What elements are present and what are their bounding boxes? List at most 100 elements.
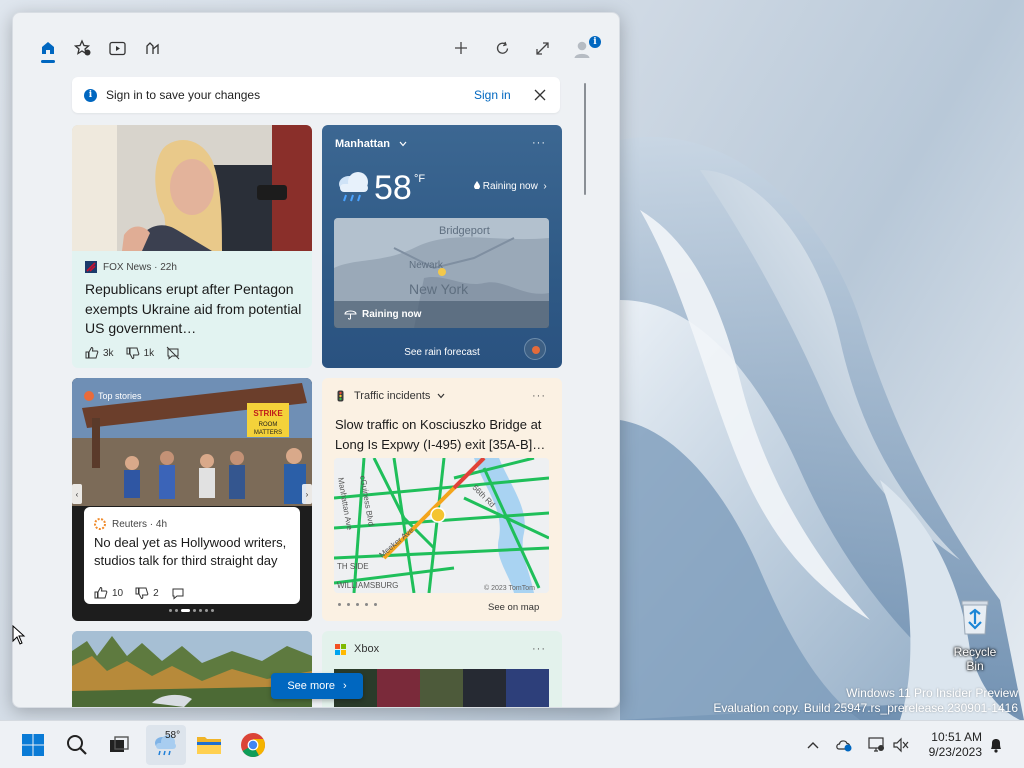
chevron-up-icon bbox=[807, 742, 819, 749]
recycle-bin-icon bbox=[961, 600, 989, 635]
chevron-down-icon bbox=[399, 141, 407, 147]
top-story-item[interactable]: Reuters · 4h No deal yet as Hollywood wr… bbox=[84, 507, 300, 604]
clock-date: 9/23/2023 bbox=[928, 745, 982, 759]
panel-scrollbar[interactable] bbox=[584, 83, 586, 195]
bell-icon bbox=[991, 739, 1001, 753]
dislike-icon[interactable] bbox=[135, 586, 149, 600]
home-tab[interactable] bbox=[34, 34, 62, 62]
game-tile[interactable] bbox=[420, 669, 463, 707]
game-tile[interactable] bbox=[377, 669, 420, 707]
dislike-count: 1k bbox=[143, 347, 155, 359]
watermark-line-1: Windows 11 Pro Insider Preview bbox=[846, 686, 1018, 700]
chrome-icon bbox=[241, 733, 265, 758]
picket-sign-matters: MATTERS bbox=[254, 430, 282, 436]
clock-time: 10:51 AM bbox=[931, 730, 982, 744]
taskbar: 58° 10:51 AM 9/23/2023 bbox=[0, 720, 1024, 768]
carousel-dot bbox=[175, 609, 178, 612]
search-icon bbox=[67, 735, 87, 755]
start-button[interactable] bbox=[18, 730, 48, 760]
source-separator-dot: · bbox=[151, 261, 161, 273]
comment-icon[interactable] bbox=[171, 586, 185, 600]
weather-card[interactable]: Manhattan ··· 58 °F Raining now › Bridge… bbox=[322, 125, 562, 368]
weather-location[interactable]: Manhattan bbox=[335, 138, 407, 150]
game-tile[interactable] bbox=[506, 669, 549, 707]
traffic-map[interactable]: Manhattan Ave cGuiness Blvd Meeker Ave 5… bbox=[334, 458, 549, 593]
recycle-bin-label: Recycle Bin bbox=[953, 645, 997, 673]
top-story-headline[interactable]: No deal yet as Hollywood writers, studio… bbox=[94, 534, 294, 570]
see-more-button[interactable]: See more › bbox=[271, 673, 363, 699]
onedrive-tray-button[interactable] bbox=[834, 735, 854, 755]
xbox-header[interactable]: Xbox bbox=[335, 643, 379, 655]
task-view-button[interactable] bbox=[104, 730, 134, 760]
weather-condition: Raining now bbox=[482, 181, 538, 192]
chrome-button[interactable] bbox=[238, 730, 268, 760]
map-label-newark: Newark bbox=[409, 260, 444, 271]
system-clock[interactable]: 10:51 AM 9/23/2023 bbox=[920, 730, 982, 760]
info-icon: i bbox=[84, 88, 97, 102]
weather-condition-link[interactable]: Raining now › bbox=[474, 181, 547, 192]
raindrop-icon bbox=[474, 181, 480, 190]
expand-button[interactable] bbox=[528, 34, 556, 62]
recycle-bin-shortcut[interactable]: Recycle Bin bbox=[944, 598, 1006, 673]
network-tray-button[interactable] bbox=[866, 735, 886, 755]
xbox-game-strip[interactable] bbox=[334, 669, 549, 707]
xbox-more-button[interactable]: ··· bbox=[532, 643, 546, 655]
dislike-icon[interactable] bbox=[126, 346, 140, 360]
xbox-logo-icon bbox=[335, 643, 346, 655]
like-icon[interactable] bbox=[94, 586, 108, 600]
os-watermark: Windows 11 Pro Insider Preview Evaluatio… bbox=[713, 686, 1018, 716]
traffic-page-dot bbox=[356, 603, 359, 606]
like-icon[interactable] bbox=[85, 346, 99, 360]
file-explorer-button[interactable] bbox=[194, 730, 224, 760]
chevron-right-icon: › bbox=[540, 181, 547, 192]
traffic-more-button[interactable]: ··· bbox=[532, 390, 546, 402]
news-headline[interactable]: Republicans erupt after Pentagon exempts… bbox=[85, 280, 303, 339]
widgets-toolbar: i bbox=[13, 13, 619, 77]
carousel-page-indicator bbox=[169, 609, 214, 612]
news-card[interactable]: FOX News · 22h Republicans erupt after P… bbox=[72, 125, 312, 368]
volume-tray-button[interactable] bbox=[891, 735, 911, 755]
home-tab-indicator bbox=[41, 60, 55, 63]
carousel-next-button[interactable]: › bbox=[302, 484, 312, 504]
news-actions: 3k 1k bbox=[85, 346, 184, 360]
top-stories-card[interactable]: STRIKE ROOM MATTERS Top stories ‹ › Reut… bbox=[72, 378, 312, 621]
video-tab[interactable] bbox=[103, 34, 131, 62]
expand-icon bbox=[535, 41, 549, 55]
task-view-icon bbox=[110, 736, 129, 752]
traffic-title: Traffic incidents bbox=[354, 390, 431, 402]
close-icon[interactable] bbox=[533, 88, 547, 102]
xbox-title: Xbox bbox=[354, 643, 380, 655]
refresh-button[interactable] bbox=[488, 34, 516, 62]
see-on-map-link[interactable]: See on map bbox=[488, 602, 539, 613]
picket-sign-room: ROOM bbox=[259, 422, 278, 428]
favorites-tab[interactable] bbox=[69, 34, 97, 62]
traffic-headline[interactable]: Slow traffic on Kosciuszko Bridge at Lon… bbox=[335, 415, 553, 454]
traffic-page-dot bbox=[347, 603, 350, 606]
game-tile[interactable] bbox=[463, 669, 506, 707]
map-label-bridgeport: Bridgeport bbox=[439, 225, 490, 237]
widgets-tab[interactable] bbox=[138, 34, 166, 62]
comments-off-icon[interactable] bbox=[166, 346, 180, 360]
weather-city: Manhattan bbox=[335, 138, 390, 150]
notifications-button[interactable] bbox=[986, 735, 1006, 755]
see-more-label: See more bbox=[287, 680, 336, 692]
signin-link[interactable]: Sign in bbox=[474, 88, 511, 102]
carousel-prev-button[interactable]: ‹ bbox=[72, 484, 82, 504]
weather-temperature: 58 bbox=[374, 169, 412, 207]
search-button[interactable] bbox=[62, 730, 92, 760]
top-story-source: Reuters bbox=[112, 518, 148, 530]
picket-sign-strike: STRIKE bbox=[253, 409, 283, 418]
traffic-page-dot bbox=[338, 603, 341, 606]
traffic-card[interactable]: Traffic incidents ··· Slow traffic on Ko… bbox=[322, 378, 562, 621]
add-widget-button[interactable] bbox=[447, 34, 475, 62]
traffic-header[interactable]: Traffic incidents bbox=[335, 390, 445, 402]
map-label-south-side: TH SIDE bbox=[337, 562, 369, 571]
carousel-dot bbox=[205, 609, 208, 612]
show-hidden-icons-button[interactable] bbox=[803, 735, 823, 755]
carousel-dot bbox=[169, 609, 172, 612]
carousel-dot bbox=[193, 609, 196, 612]
chevron-right-icon: › bbox=[343, 680, 347, 692]
reuters-logo-icon bbox=[94, 518, 106, 530]
news-photo bbox=[72, 125, 312, 251]
weather-more-button[interactable]: ··· bbox=[532, 137, 546, 149]
